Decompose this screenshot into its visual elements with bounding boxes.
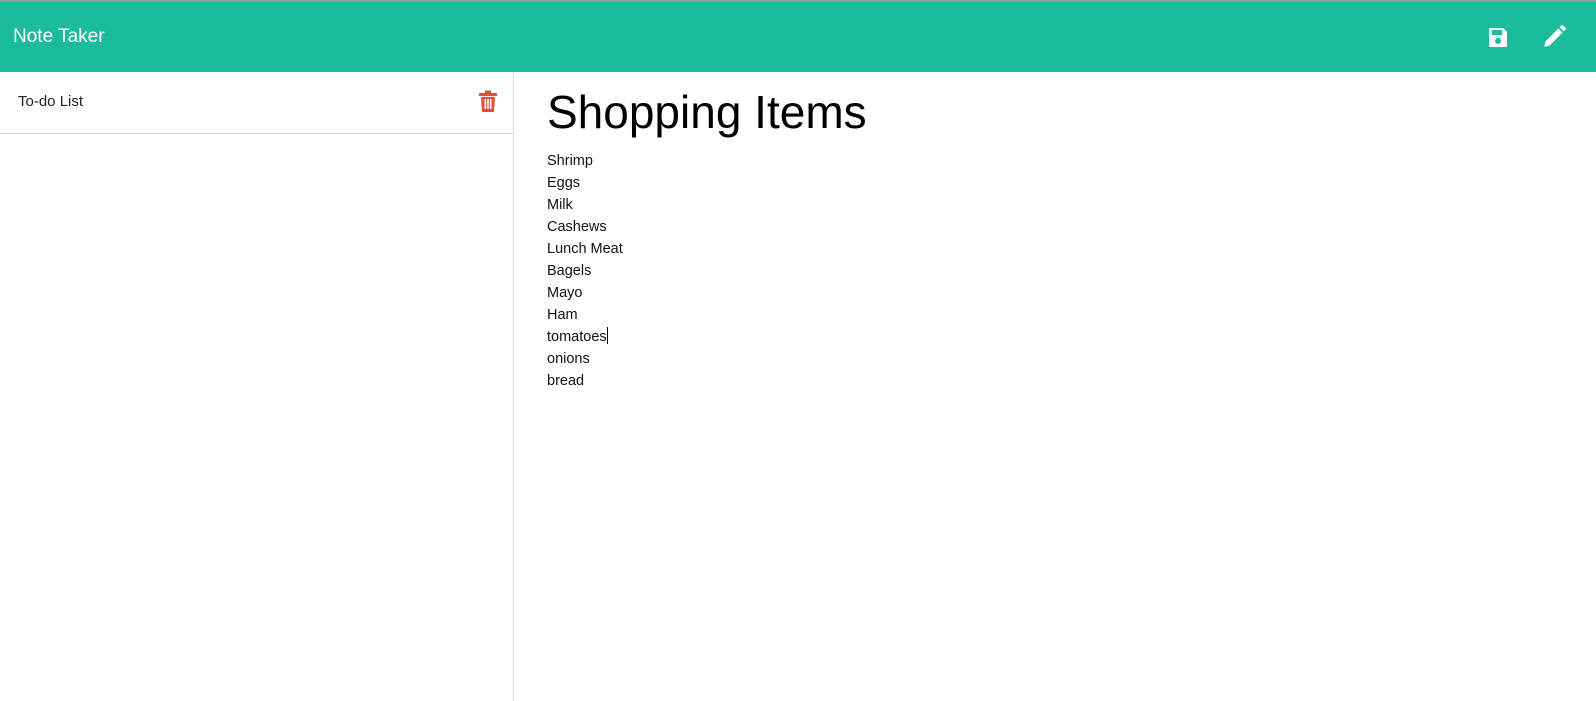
app-title[interactable]: Note Taker — [13, 26, 105, 48]
navbar: Note Taker — [0, 0, 1596, 72]
note-line: bread — [547, 373, 585, 389]
note-title-input[interactable]: Shopping Items — [547, 84, 1447, 140]
note-line: Milk — [547, 197, 573, 213]
list-item[interactable]: To-do List — [0, 72, 513, 134]
notes-sidebar: To-do List — [0, 72, 514, 701]
new-note-button[interactable] — [1539, 22, 1569, 52]
note-list-title[interactable]: To-do List — [18, 93, 83, 110]
pencil-icon — [1544, 25, 1566, 47]
note-line-with-caret: tomatoes — [547, 326, 1447, 348]
note-line: Shrimp — [547, 153, 593, 169]
text-caret — [606, 327, 608, 344]
note-line: Ham — [547, 307, 578, 323]
note-line: Mayo — [547, 285, 583, 301]
note-line: Bagels — [547, 263, 592, 279]
trash-icon[interactable] — [478, 90, 498, 112]
floppy-disk-icon — [1489, 28, 1507, 47]
save-note-button[interactable] — [1483, 22, 1513, 52]
note-line-text: tomatoes — [547, 329, 607, 345]
note-line: onions — [547, 351, 590, 367]
note-textarea[interactable]: Shrimp Eggs Milk Cashews Lunch Meat Bage… — [547, 150, 1447, 392]
note-line: Lunch Meat — [547, 241, 623, 257]
note-line: Cashews — [547, 219, 607, 235]
note-editor: Shopping Items Shrimp Eggs Milk Cashews … — [514, 72, 1596, 701]
note-line: Eggs — [547, 175, 581, 191]
